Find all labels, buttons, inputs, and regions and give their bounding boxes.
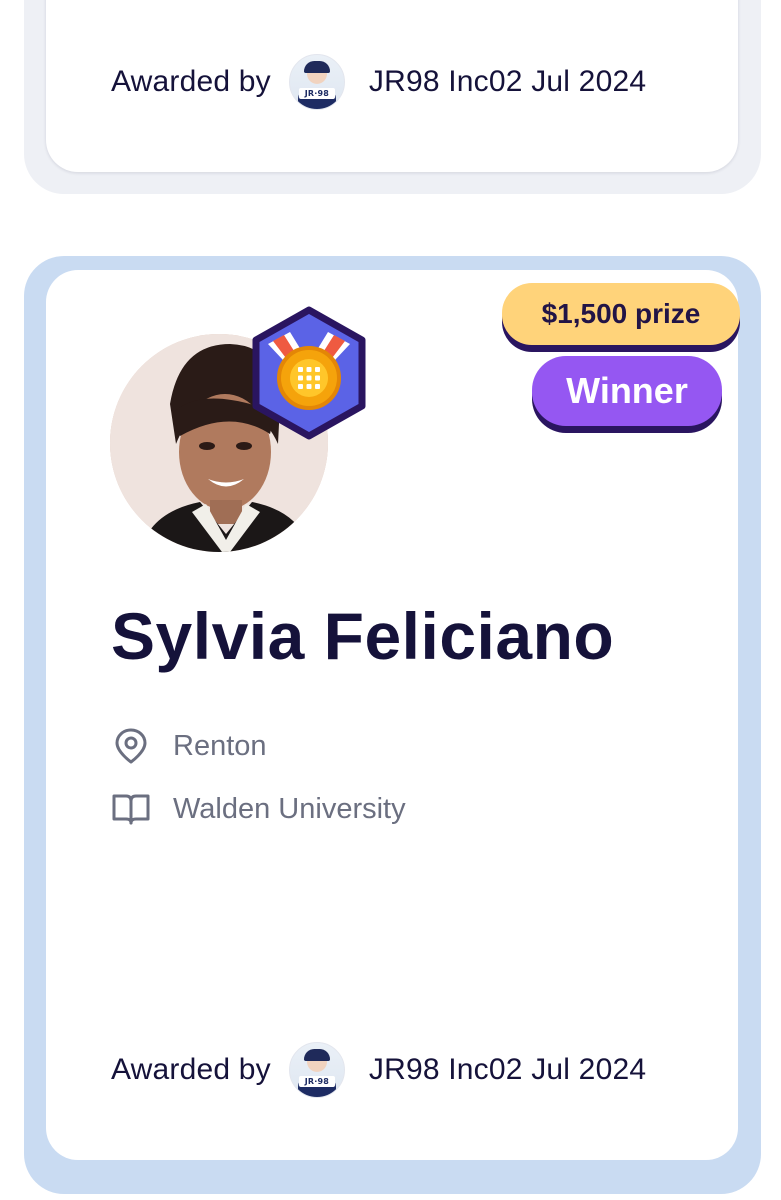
school-row: Walden University [111, 789, 406, 829]
org-avatar[interactable]: JR·98 [288, 1042, 345, 1098]
org-avatar-tag: JR·98 [298, 88, 335, 99]
prize-badge: $1,500 prize [502, 283, 740, 345]
award-date: 02 Jul 2024 [488, 1053, 647, 1086]
previous-awarded-row: Awarded by JR·98 JR98 Inc 02 Jul 2024 [111, 52, 646, 112]
award-date: 02 Jul 2024 [488, 65, 647, 98]
medal-icon [246, 306, 372, 440]
winner-awarded-row: Awarded by JR·98 JR98 Inc 02 Jul 2024 [111, 1040, 646, 1100]
org-avatar[interactable]: JR·98 [288, 54, 345, 110]
org-avatar-tag: JR·98 [298, 1076, 335, 1087]
awarded-by-label: Awarded by [111, 65, 271, 98]
open-book-icon [111, 789, 151, 829]
org-name[interactable]: JR98 Inc [369, 65, 489, 99]
winner-badge: Winner [532, 356, 722, 426]
map-pin-icon [111, 726, 151, 766]
location-row: Renton [111, 726, 267, 766]
page: Awarded by JR·98 JR98 Inc 02 Jul 2024 $1… [0, 0, 781, 1200]
winner-name[interactable]: Sylvia Feliciano [111, 598, 614, 674]
org-name[interactable]: JR98 Inc [369, 1053, 489, 1087]
location-text: Renton [173, 729, 267, 762]
cap-shape [303, 1049, 330, 1061]
cap-shape [303, 61, 330, 73]
awarded-by-label: Awarded by [111, 1053, 271, 1086]
school-text: Walden University [173, 792, 406, 825]
